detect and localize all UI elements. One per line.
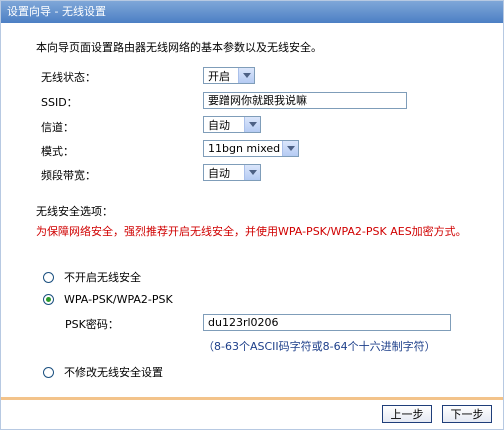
- security-warning: 为保障网络安全，强烈推荐开启无线安全，并使用WPA-PSK/WPA2-PSK A…: [36, 225, 467, 238]
- page-description: 本向导页面设置路由器无线网络的基本参数以及无线安全。: [36, 41, 322, 54]
- radio-option-wpa-psk[interactable]: WPA-PSK/WPA2-PSK: [43, 293, 173, 306]
- wireless-status-label: 无线状态：: [41, 71, 96, 84]
- channel-select[interactable]: 自动: [203, 116, 261, 133]
- page-title: 设置向导 - 无线设置: [1, 1, 503, 23]
- radio-button[interactable]: [43, 366, 54, 378]
- radio-label: 不开启无线安全: [64, 271, 141, 284]
- channel-value: 自动: [208, 118, 230, 132]
- next-button[interactable]: 下一步: [442, 405, 492, 423]
- ssid-label: SSID：: [41, 96, 78, 109]
- radio-option-no-security[interactable]: 不开启无线安全: [43, 269, 141, 285]
- wireless-status-select[interactable]: 开启: [203, 67, 255, 84]
- psk-password-input[interactable]: du123rl0206: [203, 314, 451, 331]
- chevron-down-icon: [238, 68, 254, 83]
- radio-button-selected[interactable]: [43, 294, 54, 305]
- ssid-input[interactable]: 要蹭网你就跟我说嘛: [203, 92, 407, 109]
- chevron-down-icon: [244, 165, 260, 180]
- chevron-down-icon: [244, 117, 260, 132]
- bandwidth-select[interactable]: 自动: [203, 164, 261, 181]
- chevron-down-icon: [282, 141, 298, 156]
- psk-password-label: PSK密码：: [65, 318, 119, 331]
- bandwidth-label: 频段带宽：: [41, 169, 96, 182]
- wizard-panel: 设置向导 - 无线设置 本向导页面设置路由器无线网络的基本参数以及无线安全。 无…: [0, 0, 504, 430]
- prev-button[interactable]: 上一步: [382, 405, 432, 423]
- psk-hint: （8-63个ASCII码字符或8-64个十六进制字符）: [203, 340, 436, 353]
- bandwidth-value: 自动: [208, 166, 230, 180]
- divider: [1, 397, 503, 400]
- channel-label: 信道：: [41, 121, 74, 134]
- wireless-status-value: 开启: [208, 69, 230, 83]
- radio-label: WPA-PSK/WPA2-PSK: [64, 293, 173, 306]
- radio-option-keep-settings[interactable]: 不修改无线安全设置: [43, 364, 163, 380]
- mode-value: 11bgn mixed: [208, 142, 281, 155]
- mode-label: 模式：: [41, 145, 74, 158]
- radio-button[interactable]: [43, 271, 54, 283]
- mode-select[interactable]: 11bgn mixed: [203, 140, 299, 157]
- radio-label: 不修改无线安全设置: [64, 366, 163, 379]
- security-section-title: 无线安全选项：: [36, 205, 113, 218]
